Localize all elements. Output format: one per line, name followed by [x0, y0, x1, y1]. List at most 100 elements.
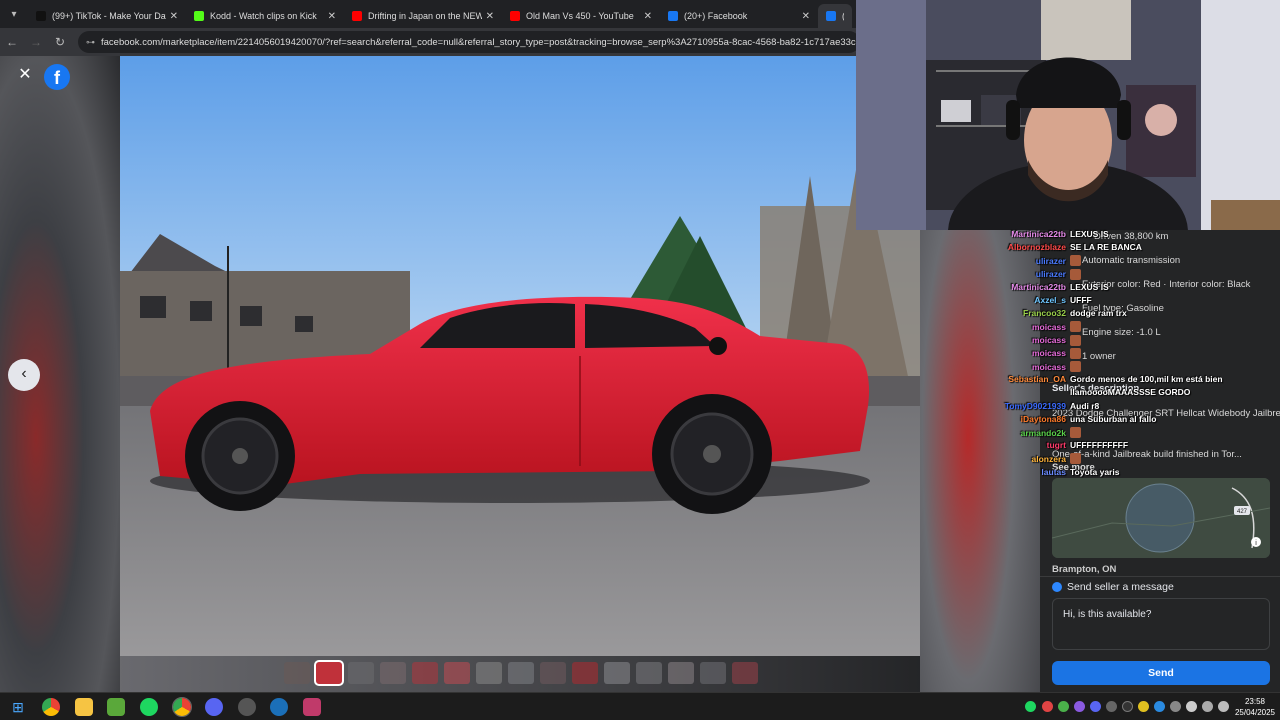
browser-tab[interactable]: Drifting in Japan on the NEW F ✕ [344, 4, 502, 28]
photo-thumbnail[interactable] [476, 662, 502, 684]
app-icon[interactable] [303, 698, 321, 716]
tray-app2-icon[interactable] [1074, 701, 1085, 712]
taskbar-clock[interactable]: 23:58 25/04/2025 [1232, 696, 1278, 718]
chat-username: Axzel_s [1034, 295, 1066, 305]
chat-message: iDaytona86 una Suburban al fallo [980, 413, 1157, 424]
chat-text: dodge ram trx [1070, 308, 1127, 319]
photo-thumbnail[interactable] [668, 662, 694, 684]
chat-emote-icon [1070, 453, 1081, 465]
browser-tab[interactable]: Kodd - Watch clips on Kick ✕ [186, 4, 344, 28]
browser-tab[interactable]: (20+ [818, 4, 852, 28]
forward-icon[interactable]: → [24, 35, 48, 49]
tab-title: Drifting in Japan on the NEW F [368, 11, 482, 21]
windows-start-icon[interactable]: ⊞ [9, 698, 27, 716]
browser-tab[interactable]: (99+) TikTok - Make Your Day ✕ [28, 4, 186, 28]
battery-icon[interactable] [1218, 701, 1229, 712]
photo-thumbnail[interactable] [540, 662, 566, 684]
chat-username: moicass [1031, 321, 1066, 332]
tab-close-icon[interactable]: ✕ [802, 11, 810, 22]
chat-text: UFFFFFFFFFF [1070, 440, 1129, 451]
network-icon[interactable] [1186, 701, 1197, 712]
chat-message: moicass [980, 334, 1081, 346]
message-input[interactable]: Hi, is this available? [1052, 598, 1270, 650]
chat-username: iDaytona86 [1020, 413, 1066, 424]
obs-icon[interactable] [238, 698, 256, 716]
photo-thumbnail[interactable] [314, 660, 344, 686]
send-seller-title: Send seller a message [1052, 581, 1174, 593]
reload-icon[interactable]: ↻ [48, 35, 72, 49]
photo-thumbnail[interactable] [700, 662, 726, 684]
facebook-logo-icon[interactable]: f [44, 64, 70, 90]
chat-message: Axzel_s UFFF [980, 295, 1092, 305]
tab-close-icon[interactable]: ✕ [170, 11, 178, 22]
chat-message: tugrt UFFFFFFFFFF [980, 440, 1128, 450]
tray-app6-icon[interactable] [1154, 701, 1165, 712]
photo-thumbnail[interactable] [348, 662, 374, 684]
chat-message: moicass [980, 361, 1081, 372]
chat-text: UFFF [1070, 295, 1092, 305]
chat-username: armando2k [1020, 427, 1066, 438]
chat-username: moicass [1031, 335, 1066, 346]
photo-thumbnail[interactable] [284, 662, 310, 684]
browser-tab[interactable]: Old Man Vs 450 - YouTube ✕ [502, 4, 660, 28]
photo-thumbnail[interactable] [508, 662, 534, 684]
stream-chat-overlay: Martinica22tb LEXUS IS Albornozblaze SE LA … [980, 229, 1280, 479]
chrome-icon[interactable] [42, 698, 60, 716]
chat-message: Sebastian_OA Gordo menos de 100,mil km es… [980, 374, 1222, 385]
minecraft-icon[interactable] [107, 698, 125, 716]
tray-spotify-icon[interactable] [1025, 701, 1036, 712]
chat-emote-icon [1070, 347, 1081, 359]
volume-icon[interactable] [1202, 701, 1213, 712]
url-text: facebook.com/marketplace/item/2214056019… [101, 36, 860, 48]
photo-thumbnail[interactable] [604, 662, 630, 684]
tab-favicon-icon [194, 11, 204, 21]
tray-app-icon[interactable] [1058, 701, 1069, 712]
close-icon[interactable]: ✕ [14, 64, 36, 86]
location-map[interactable]: 427 i [1052, 478, 1270, 558]
listing-photo [120, 56, 920, 656]
chat-username: lautas [1041, 466, 1066, 477]
tray-discord-icon[interactable] [1090, 701, 1101, 712]
address-bar-row: ← → ↻ ⊶ facebook.com/marketplace/item/22… [0, 28, 860, 56]
photo-thumbnail[interactable] [732, 662, 758, 684]
browser-tab[interactable]: (20+) Facebook ✕ [660, 4, 818, 28]
chat-text: llamooooMAAASSSE GORDO [1070, 387, 1191, 398]
chat-emote-icon [1070, 255, 1081, 267]
steam-icon[interactable] [270, 698, 288, 716]
chat-username: TomyD9021939 [1004, 400, 1066, 411]
chat-username: Sebastian_OA [1008, 374, 1066, 385]
chevron-left-icon[interactable]: ‹ [8, 359, 40, 391]
photo-thumbnail[interactable] [380, 662, 406, 684]
chat-username: moicass [1031, 361, 1066, 372]
photo-thumbnail[interactable] [636, 662, 662, 684]
chat-emote-icon [1070, 268, 1081, 280]
chat-message: alonzera [980, 453, 1081, 465]
tray-app7-icon[interactable] [1170, 701, 1181, 712]
tab-search-icon[interactable]: ▾ [0, 0, 28, 28]
chat-emote-icon [1070, 334, 1081, 346]
thumbnail-strip [284, 660, 758, 686]
chrome-active-icon[interactable] [172, 697, 192, 717]
spotify-icon[interactable] [140, 698, 158, 716]
photo-thumbnail[interactable] [572, 662, 598, 684]
tray-app5-icon[interactable] [1138, 701, 1149, 712]
photo-thumbnail[interactable] [412, 662, 438, 684]
url-field[interactable]: ⊶ facebook.com/marketplace/item/22140560… [78, 31, 860, 53]
chat-text: una Suburban al fallo [1070, 413, 1157, 424]
tray-app3-icon[interactable] [1106, 701, 1117, 712]
file-explorer-icon[interactable] [75, 698, 93, 716]
tab-close-icon[interactable]: ✕ [328, 11, 336, 22]
message-input-value: Hi, is this available? [1063, 609, 1152, 620]
webcam-overlay [856, 0, 1280, 230]
chat-username: Albornozblaze [1007, 242, 1066, 253]
tray-record-icon[interactable] [1042, 701, 1053, 712]
photo-thumbnail[interactable] [444, 662, 470, 684]
site-info-icon[interactable]: ⊶ [86, 37, 95, 48]
tray-app4-icon[interactable] [1122, 701, 1133, 712]
back-icon[interactable]: ← [0, 35, 24, 49]
send-button[interactable]: Send [1052, 661, 1270, 685]
discord-icon[interactable] [205, 698, 223, 716]
tab-close-icon[interactable]: ✕ [644, 11, 652, 22]
tab-close-icon[interactable]: ✕ [486, 11, 494, 22]
chat-username: moicass [1031, 348, 1066, 359]
